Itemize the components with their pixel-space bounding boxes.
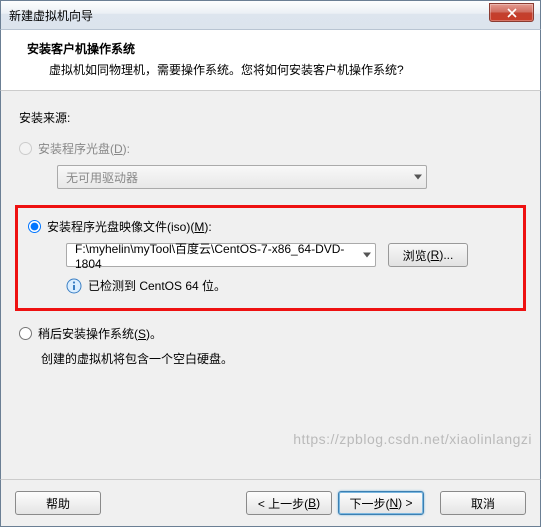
window-title: 新建虚拟机向导 [9, 7, 93, 24]
wizard-header: 安装客户机操作系统 虚拟机如同物理机，需要操作系统。您将如何安装客户机操作系统? [0, 30, 541, 91]
wizard-content: 安装来源: 安装程序光盘(D): 无可用驱动器 安装程序光盘映像文件(iso)(… [0, 91, 541, 479]
radio-iso-file-label: 安装程序光盘映像文件(iso)(M): [47, 218, 212, 235]
chevron-down-icon [414, 175, 422, 180]
chevron-down-icon [363, 253, 371, 258]
os-detected-row: 已检测到 CentOS 64 位。 [66, 277, 513, 294]
iso-path-value: F:\myhelin\myTool\百度云\CentOS-7-x86_64-DV… [75, 240, 367, 271]
disc-drive-select: 无可用驱动器 [57, 165, 427, 189]
iso-path-select[interactable]: F:\myhelin\myTool\百度云\CentOS-7-x86_64-DV… [66, 243, 376, 267]
radio-installer-disc [19, 142, 32, 155]
page-subtitle: 虚拟机如同物理机，需要操作系统。您将如何安装客户机操作系统? [27, 61, 522, 78]
install-source-label: 安装来源: [19, 109, 522, 126]
install-later-note: 创建的虚拟机将包含一个空白硬盘。 [41, 350, 522, 367]
radio-install-later-label: 稍后安装操作系统(S)。 [38, 325, 162, 342]
cancel-button[interactable]: 取消 [440, 491, 526, 515]
next-button[interactable]: 下一步(N) > [338, 491, 424, 515]
option-install-later[interactable]: 稍后安装操作系统(S)。 [19, 325, 522, 342]
radio-iso-file[interactable] [28, 220, 41, 233]
radio-installer-disc-label: 安装程序光盘(D): [38, 140, 130, 157]
back-button[interactable]: < 上一步(B) [246, 491, 332, 515]
os-detected-text: 已检测到 CentOS 64 位。 [88, 277, 226, 294]
disc-drive-value: 无可用驱动器 [66, 169, 138, 186]
iso-path-row: F:\myhelin\myTool\百度云\CentOS-7-x86_64-DV… [66, 243, 513, 267]
highlight-annotation: 安装程序光盘映像文件(iso)(M): F:\myhelin\myTool\百度… [15, 205, 526, 311]
info-icon [66, 278, 82, 294]
radio-install-later[interactable] [19, 327, 32, 340]
option-installer-disc: 安装程序光盘(D): [19, 140, 522, 157]
option-iso-file[interactable]: 安装程序光盘映像文件(iso)(M): [28, 218, 513, 235]
watermark: https://zpblog.csdn.net/xiaolinlangzi [293, 431, 532, 447]
wizard-footer: 帮助 < 上一步(B) 下一步(N) > 取消 [0, 479, 541, 527]
help-button[interactable]: 帮助 [15, 491, 101, 515]
close-icon [507, 8, 517, 18]
browse-button[interactable]: 浏览(R)... [388, 243, 468, 267]
close-button[interactable] [489, 3, 534, 22]
page-title: 安装客户机操作系统 [27, 40, 522, 57]
titlebar: 新建虚拟机向导 [0, 0, 541, 30]
